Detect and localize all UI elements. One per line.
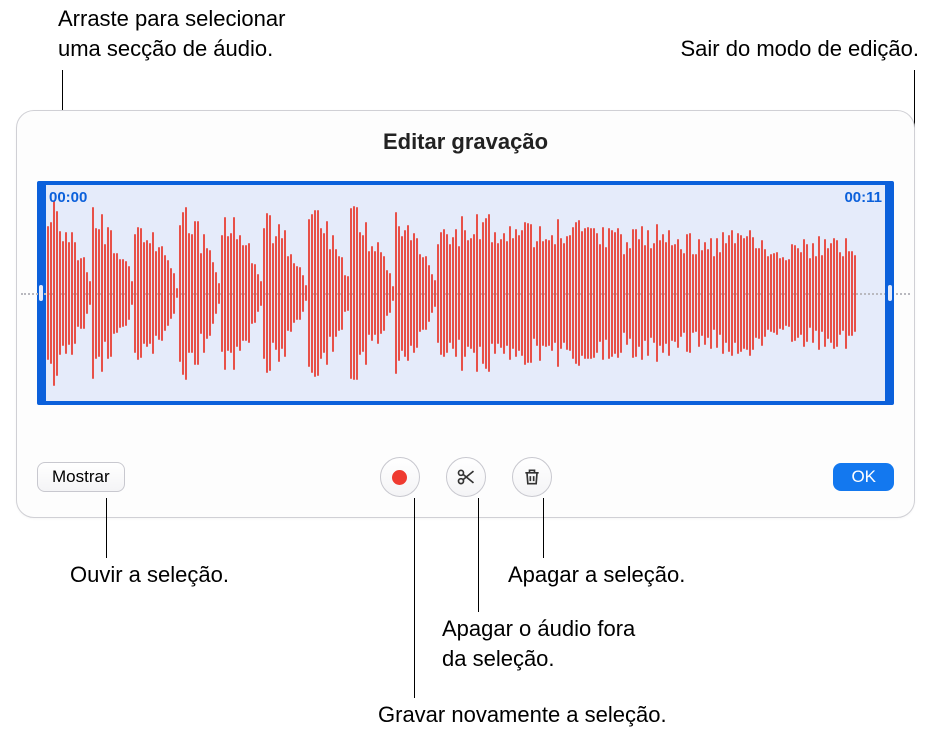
selection-handle-left[interactable] [39,285,43,301]
preview-button[interactable]: Mostrar [37,462,125,492]
callout-delete-outside: Apagar o áudio fora da seleção. [442,614,635,673]
callout-delete-selection: Apagar a seleção. [508,560,685,590]
panel-title: Editar gravação [17,111,914,155]
callout-exit-edit: Sair do modo de edição. [681,34,920,64]
waveform[interactable] [47,195,884,391]
callout-line [414,498,415,698]
center-controls [380,457,552,497]
record-button[interactable] [380,457,420,497]
callout-listen: Ouvir a seleção. [70,560,229,590]
callout-line [543,498,544,558]
selection-time-end: 00:11 [844,189,882,206]
callout-line [106,498,107,558]
callout-rerecord: Gravar novamente a seleção. [378,700,667,730]
record-icon [392,470,407,485]
edit-recording-panel: Editar gravação 00:00 00:11 Mostrar [16,110,915,518]
callout-drag-select: Arraste para selecionar uma secção de áu… [58,4,285,63]
ok-button[interactable]: OK [833,463,894,491]
delete-button[interactable] [512,457,552,497]
callout-line [478,498,479,612]
edit-toolbar: Mostrar OK [37,457,894,497]
waveform-selection[interactable]: 00:00 00:11 [37,181,894,405]
selection-time-start: 00:00 [49,189,87,206]
trim-button[interactable] [446,457,486,497]
selection-handle-right[interactable] [888,285,892,301]
scissors-icon [456,467,476,487]
trash-icon [522,467,542,487]
